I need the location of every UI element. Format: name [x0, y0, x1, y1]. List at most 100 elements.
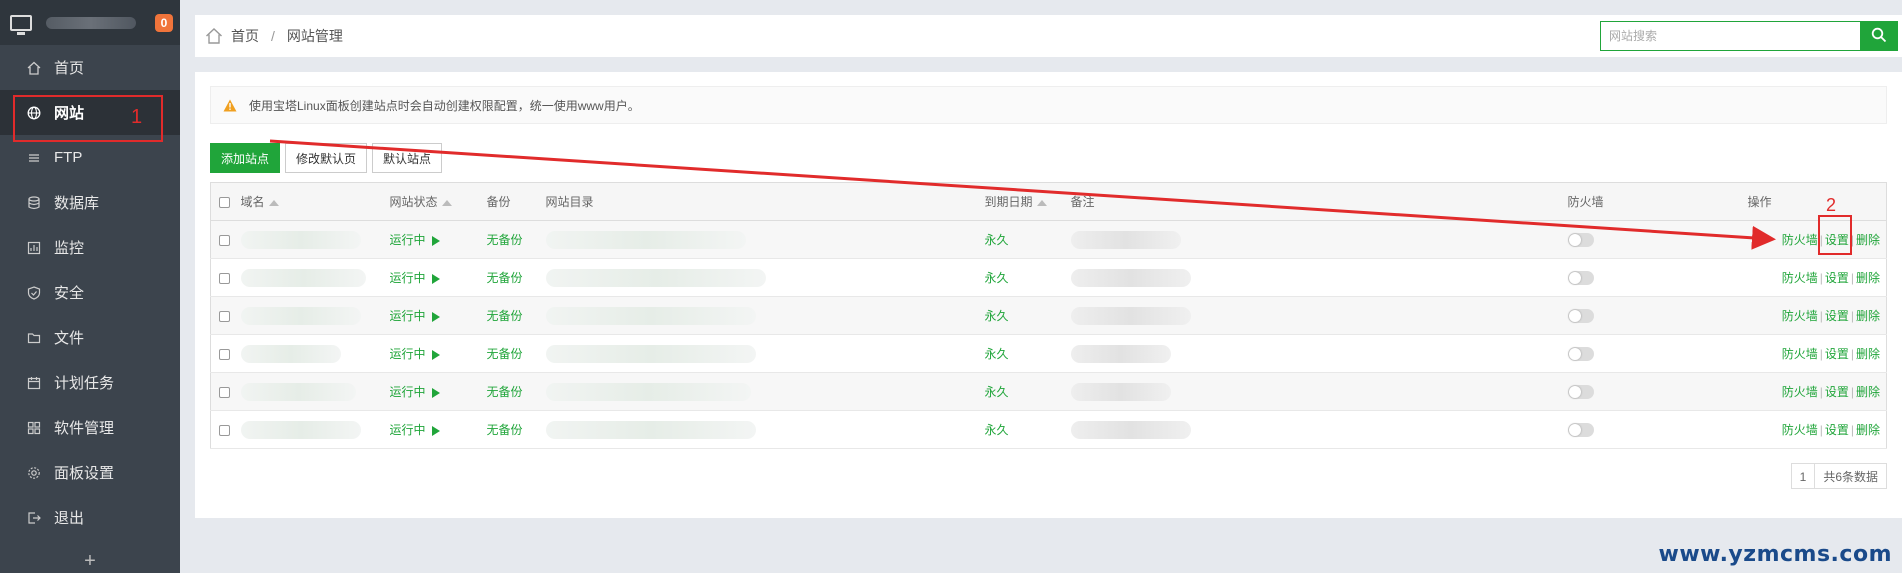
firewall-link[interactable]: 防火墙	[1782, 309, 1818, 323]
ops-cell: 防火墙 | 设置 | 删除	[1747, 372, 1887, 411]
sidebar-item-panel-settings[interactable]: 面板设置	[0, 450, 180, 495]
sidebar-item-logout[interactable]: 退出	[0, 495, 180, 540]
backup-cell[interactable]: 无备份	[486, 334, 546, 373]
dir-blurred[interactable]	[545, 230, 746, 249]
settings-link[interactable]: 设置	[1825, 347, 1849, 361]
settings-link[interactable]: 设置	[1825, 271, 1849, 285]
backup-cell[interactable]: 无备份	[486, 220, 546, 259]
op-separator: |	[1819, 423, 1823, 437]
firewall-toggle[interactable]	[1567, 422, 1594, 437]
remark-blurred[interactable]	[1070, 306, 1191, 325]
domain-blurred[interactable]	[240, 268, 366, 287]
sidebar-item-files[interactable]: 文件	[0, 315, 180, 360]
delete-link[interactable]: 删除	[1856, 233, 1880, 247]
add-menu-button[interactable]: +	[0, 551, 180, 573]
table-row: 运行中 无备份 永久 防火墙 | 设置 | 删除	[210, 258, 1887, 297]
settings-link[interactable]: 设置	[1825, 385, 1849, 399]
search-input[interactable]	[1600, 21, 1860, 51]
shield-icon	[26, 285, 42, 301]
firewall-link[interactable]: 防火墙	[1782, 423, 1818, 437]
sidebar-item-label: FTP	[54, 149, 83, 166]
expire-cell[interactable]: 永久	[984, 220, 1071, 259]
delete-link[interactable]: 删除	[1856, 347, 1880, 361]
row-checkbox[interactable]	[219, 348, 230, 360]
remark-blurred[interactable]	[1070, 420, 1191, 439]
ops-cell: 防火墙 | 设置 | 删除	[1747, 410, 1887, 449]
domain-blurred[interactable]	[240, 344, 341, 363]
col-remark: 备注	[1070, 182, 1568, 221]
backup-cell[interactable]: 无备份	[486, 372, 546, 411]
remark-blurred[interactable]	[1070, 382, 1171, 401]
expire-cell[interactable]: 永久	[984, 410, 1071, 449]
sidebar-item-label: 软件管理	[54, 420, 115, 437]
sidebar-item-cron[interactable]: 计划任务	[0, 360, 180, 405]
firewall-link[interactable]: 防火墙	[1782, 385, 1818, 399]
calendar-icon	[26, 375, 42, 391]
expire-cell[interactable]: 永久	[984, 296, 1071, 335]
firewall-link[interactable]: 防火墙	[1782, 233, 1818, 247]
firewall-toggle[interactable]	[1567, 232, 1594, 247]
expire-cell[interactable]: 永久	[984, 258, 1071, 297]
delete-link[interactable]: 删除	[1856, 423, 1880, 437]
status-cell[interactable]: 运行中	[389, 372, 487, 411]
firewall-link[interactable]: 防火墙	[1782, 347, 1818, 361]
dir-blurred[interactable]	[545, 306, 756, 325]
remark-blurred[interactable]	[1070, 268, 1191, 287]
sidebar-item-database[interactable]: 数据库	[0, 180, 180, 225]
col-domain[interactable]: 域名	[240, 182, 390, 221]
status-cell[interactable]: 运行中	[389, 410, 487, 449]
add-site-button[interactable]: 添加站点	[210, 143, 281, 173]
remark-blurred[interactable]	[1070, 230, 1181, 249]
firewall-toggle[interactable]	[1567, 270, 1594, 285]
row-checkbox[interactable]	[219, 234, 230, 246]
settings-link[interactable]: 设置	[1825, 423, 1849, 437]
row-checkbox[interactable]	[219, 424, 230, 436]
status-cell[interactable]: 运行中	[389, 258, 487, 297]
dir-blurred[interactable]	[545, 344, 756, 363]
table-header-row: 域名 网站状态 备份 网站目录 到期日期 备注 防火墙 操作	[210, 182, 1887, 221]
status-cell[interactable]: 运行中	[389, 334, 487, 373]
backup-cell[interactable]: 无备份	[486, 296, 546, 335]
expire-cell[interactable]: 永久	[984, 334, 1071, 373]
col-expire[interactable]: 到期日期	[984, 182, 1071, 221]
firewall-toggle[interactable]	[1567, 384, 1594, 399]
domain-blurred[interactable]	[240, 420, 361, 439]
firewall-link[interactable]: 防火墙	[1782, 271, 1818, 285]
home-icon[interactable]	[205, 27, 223, 45]
row-checkbox[interactable]	[219, 386, 230, 398]
firewall-toggle[interactable]	[1567, 308, 1594, 323]
domain-blurred[interactable]	[240, 306, 361, 325]
sidebar-item-home[interactable]: 首页	[0, 45, 180, 90]
search-button[interactable]	[1860, 21, 1898, 51]
toggle-knob	[1568, 271, 1581, 284]
delete-link[interactable]: 删除	[1856, 271, 1880, 285]
status-cell[interactable]: 运行中	[389, 220, 487, 259]
sidebar-item-security[interactable]: 安全	[0, 270, 180, 315]
sidebar-item-label: 监控	[54, 240, 85, 257]
dir-blurred[interactable]	[545, 268, 766, 287]
modify-default-page-button[interactable]: 修改默认页	[285, 143, 368, 173]
dir-blurred[interactable]	[545, 420, 756, 439]
dir-blurred[interactable]	[545, 382, 751, 401]
row-checkbox[interactable]	[219, 310, 230, 322]
firewall-toggle[interactable]	[1567, 346, 1594, 361]
backup-cell[interactable]: 无备份	[486, 410, 546, 449]
remark-blurred[interactable]	[1070, 344, 1171, 363]
delete-link[interactable]: 删除	[1856, 309, 1880, 323]
page-number[interactable]: 1	[1790, 463, 1816, 489]
domain-blurred[interactable]	[240, 230, 361, 249]
settings-link[interactable]: 设置	[1825, 309, 1849, 323]
default-site-button[interactable]: 默认站点	[372, 143, 443, 173]
col-status[interactable]: 网站状态	[389, 182, 487, 221]
row-checkbox[interactable]	[219, 272, 230, 284]
backup-cell[interactable]: 无备份	[486, 258, 546, 297]
delete-link[interactable]: 删除	[1856, 385, 1880, 399]
expire-cell[interactable]: 永久	[984, 372, 1071, 411]
domain-blurred[interactable]	[240, 382, 356, 401]
select-all-checkbox[interactable]	[219, 196, 230, 208]
status-cell[interactable]: 运行中	[389, 296, 487, 335]
breadcrumb-home[interactable]: 首页	[231, 26, 259, 46]
sidebar-item-monitor[interactable]: 监控	[0, 225, 180, 270]
notification-badge[interactable]: 0	[155, 14, 173, 32]
sidebar-item-software[interactable]: 软件管理	[0, 405, 180, 450]
